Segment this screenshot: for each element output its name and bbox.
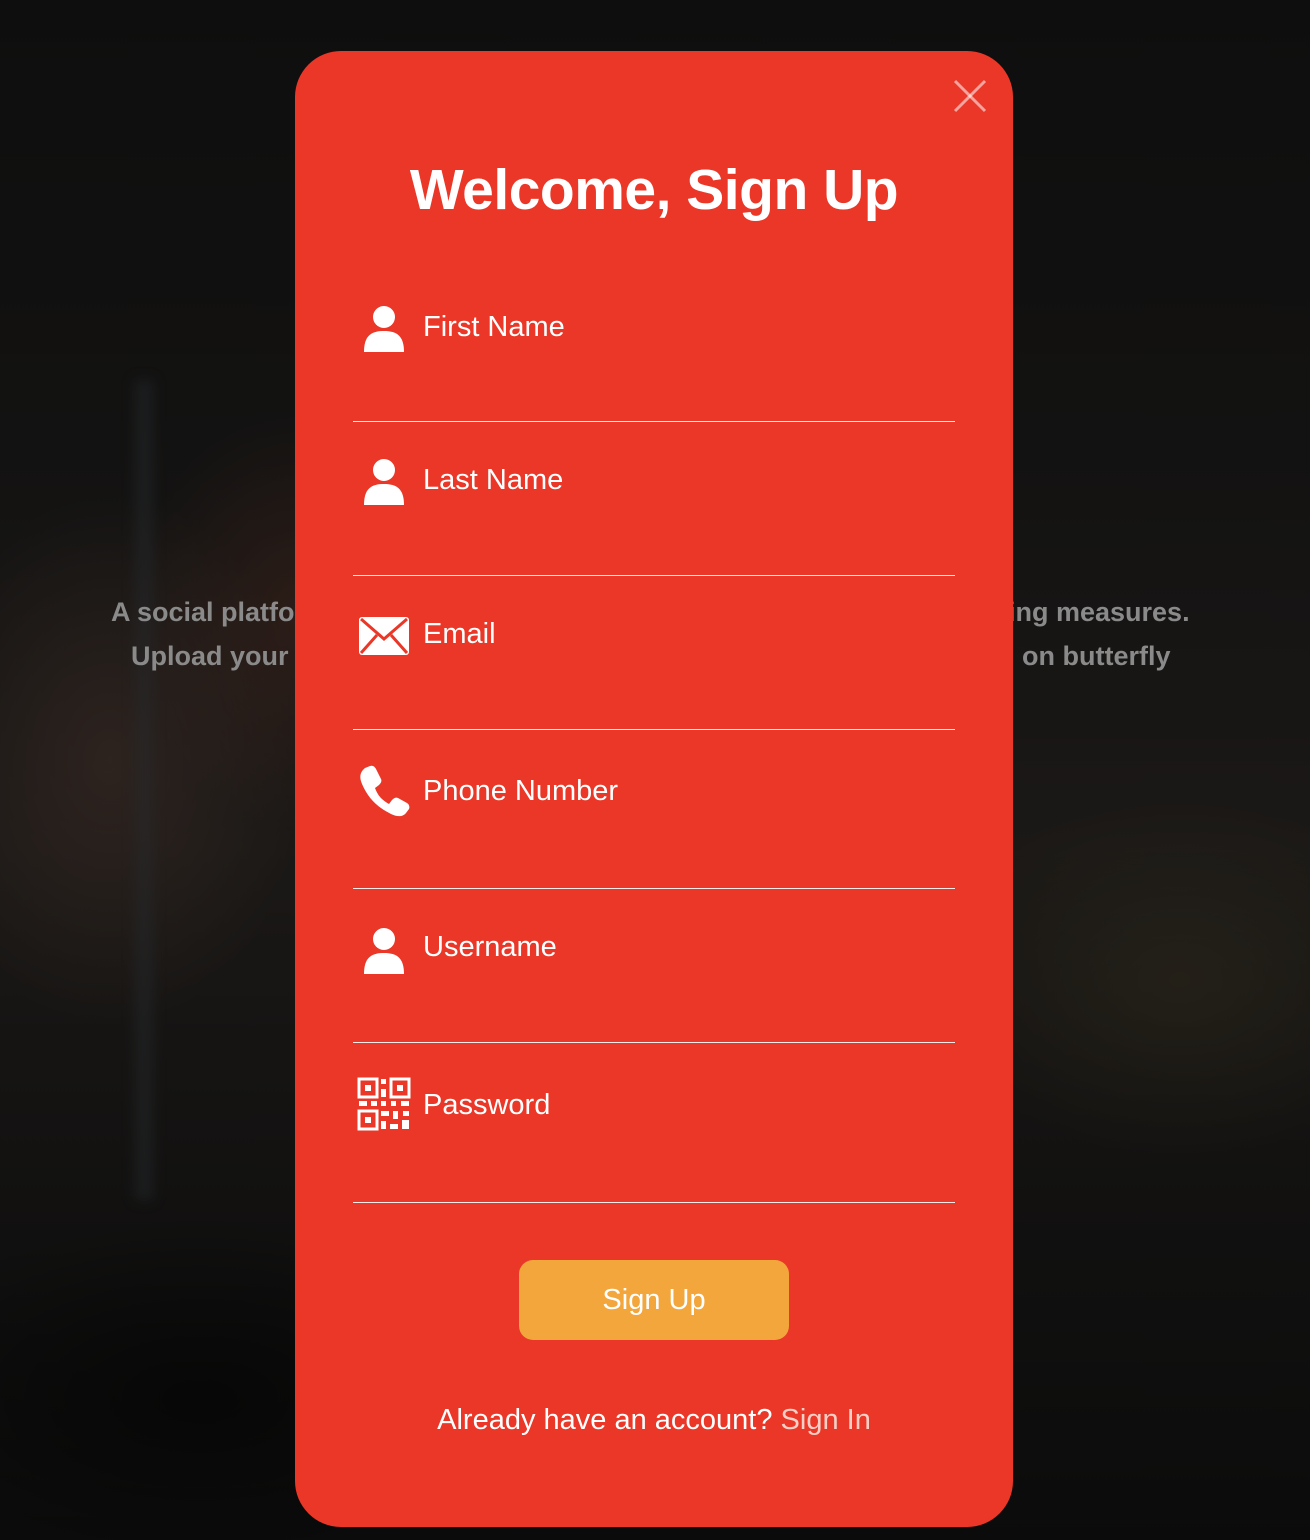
user-icon — [357, 924, 411, 978]
close-button[interactable] — [952, 78, 988, 114]
tagline-fragment: Upload your — [131, 641, 289, 671]
page: A social platfo ing measures. Upload you… — [0, 0, 1310, 1540]
qr-code-icon — [357, 1077, 411, 1131]
first-name-field[interactable] — [353, 270, 955, 422]
user-icon — [357, 302, 411, 356]
sign-in-prompt-text: Already have an account? — [437, 1404, 773, 1436]
password-input[interactable] — [423, 1083, 943, 1127]
close-icon — [953, 79, 987, 113]
sign-in-link[interactable]: Sign In — [781, 1404, 871, 1436]
email-field[interactable] — [353, 575, 955, 730]
last-name-field[interactable] — [353, 421, 955, 576]
phone-number-field[interactable] — [353, 729, 955, 889]
sign-up-button[interactable]: Sign Up — [519, 1260, 789, 1340]
password-field[interactable] — [353, 1042, 955, 1203]
sign-in-prompt: Already have an account? Sign In — [295, 1400, 1013, 1440]
user-icon — [357, 455, 411, 509]
last-name-input[interactable] — [423, 458, 943, 502]
tagline-fragment: on butterfly — [1022, 641, 1171, 671]
first-name-input[interactable] — [423, 305, 943, 349]
phone-number-input[interactable] — [423, 769, 943, 813]
username-field[interactable] — [353, 888, 955, 1043]
tagline-fragment: A social platfo — [111, 597, 295, 627]
tagline-fragment: ing measures. — [1008, 597, 1190, 627]
phone-icon — [357, 764, 411, 818]
envelope-icon — [357, 609, 411, 663]
modal-title: Welcome, Sign Up — [409, 158, 899, 222]
username-input[interactable] — [423, 925, 943, 969]
email-input[interactable] — [423, 612, 943, 656]
